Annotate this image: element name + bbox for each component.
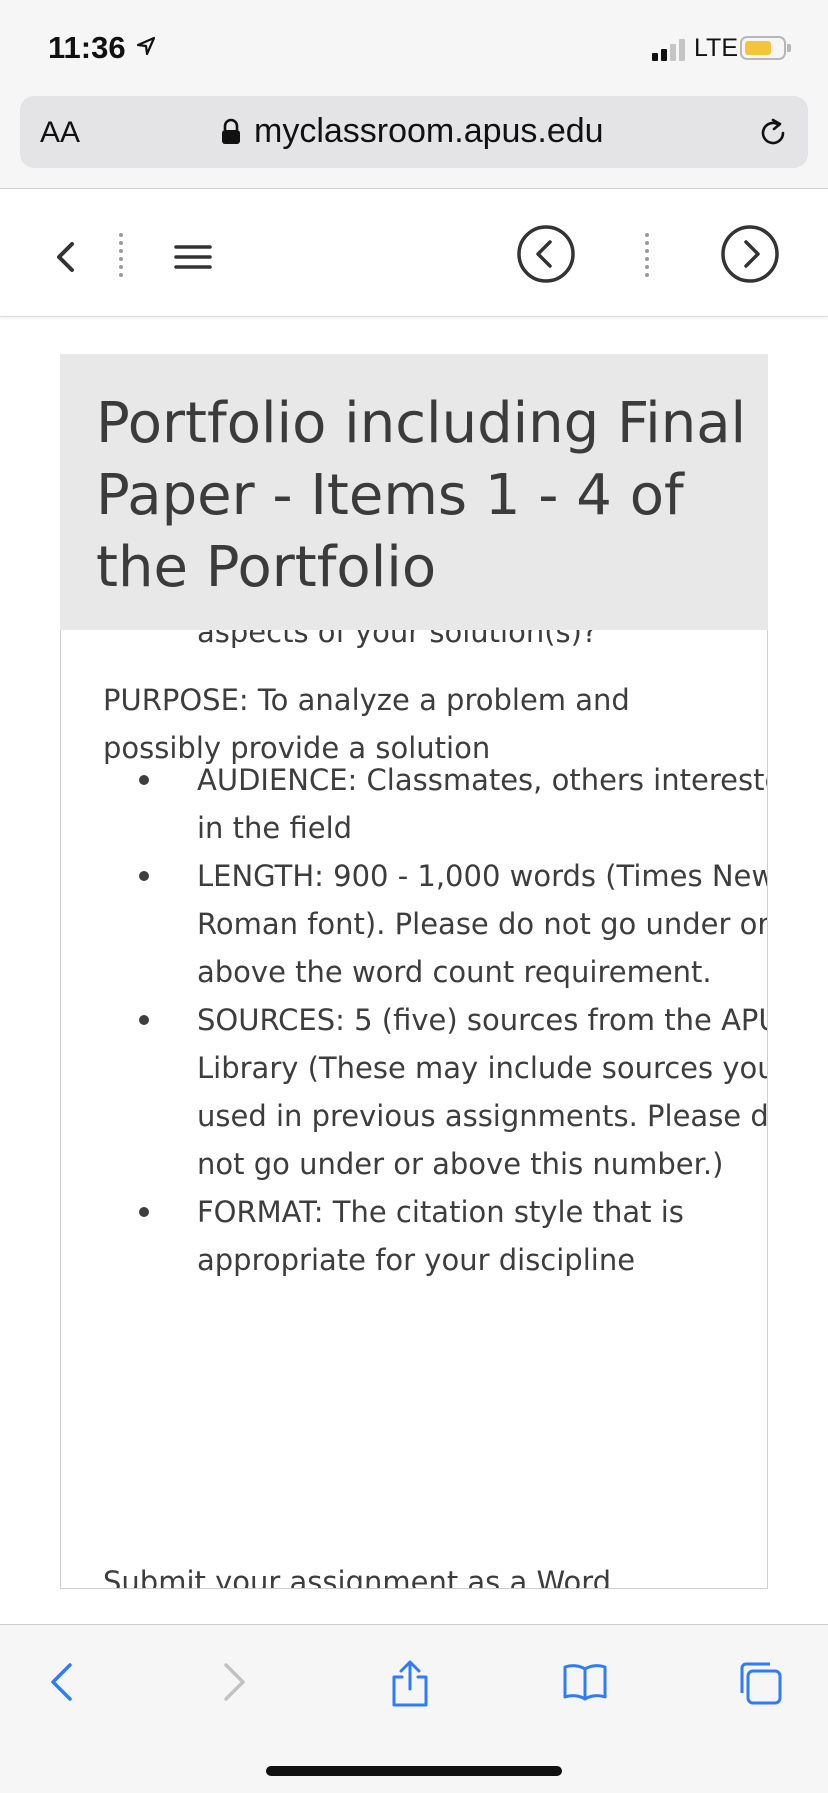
page-title-block: Portfolio including Final Paper - Items … (60, 354, 768, 630)
submit-instructions: Submit your assignment as a Word (103, 1565, 612, 1589)
cellular-signal-icon (652, 39, 685, 61)
hamburger-menu-icon[interactable] (174, 244, 212, 270)
share-icon[interactable] (388, 1659, 432, 1709)
back-icon[interactable] (46, 1659, 76, 1705)
text-size-button[interactable]: AA (40, 116, 80, 150)
next-item-icon[interactable] (720, 224, 780, 284)
battery-icon (740, 36, 791, 60)
list-item-length: LENGTH: 900 - 1,000 words (Times New Rom… (139, 852, 767, 996)
list-item-sources: SOURCES: 5 (five) sources from the APUS … (139, 996, 767, 1188)
lock-icon (222, 118, 240, 144)
back-chevron-icon[interactable] (54, 240, 76, 274)
url-text[interactable]: myclassroom.apus.edu (254, 112, 604, 151)
previous-item-icon[interactable] (516, 224, 576, 284)
reload-icon[interactable] (756, 116, 790, 150)
bookmarks-icon[interactable] (562, 1659, 608, 1705)
vertical-divider-dots-icon (119, 233, 123, 277)
network-type: LTE (694, 34, 738, 62)
clipped-text-line: aspects of your solution(s)? (197, 630, 598, 649)
list-item-format: FORMAT: The citation style that is appro… (139, 1188, 767, 1284)
course-nav-bar (0, 196, 828, 317)
status-bar: 11:36 LTE (0, 0, 828, 96)
location-arrow-icon (136, 36, 156, 56)
requirements-list: AUDIENCE: Classmates, others interested … (103, 756, 767, 1284)
address-bar[interactable]: AA myclassroom.apus.edu (20, 96, 808, 168)
forward-icon[interactable] (220, 1659, 250, 1705)
page-title: Portfolio including Final Paper - Items … (96, 391, 747, 600)
tabs-icon[interactable] (736, 1659, 784, 1707)
status-time: 11:36 (48, 30, 126, 65)
assignment-content[interactable]: aspects of your solution(s)? PURPOSE: To… (60, 630, 768, 1589)
home-indicator (266, 1766, 562, 1776)
vertical-divider-dots-icon (645, 233, 649, 277)
list-item-audience: AUDIENCE: Classmates, others interested … (139, 756, 767, 852)
browser-address-area: AA myclassroom.apus.edu (0, 96, 828, 189)
